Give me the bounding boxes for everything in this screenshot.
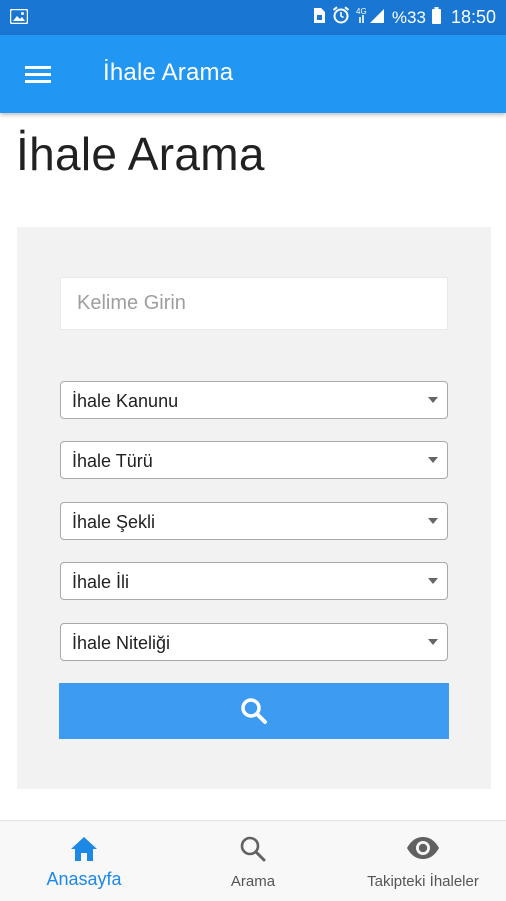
tender-type-select[interactable]: İhale Türü	[60, 441, 448, 479]
search-icon	[241, 698, 267, 724]
dropdown-arrow-icon	[428, 639, 438, 645]
clock: 18:50	[450, 7, 496, 27]
hamburger-menu-icon	[25, 66, 51, 83]
tender-law-select[interactable]: İhale Kanunu	[60, 381, 448, 419]
nav-label-home: Anasayfa	[46, 869, 122, 889]
eye-icon	[407, 837, 439, 859]
dropdown-arrow-icon	[428, 457, 438, 463]
status-icons: 4G %33 18:50	[312, 0, 496, 35]
app-bar: İhale Arama	[0, 35, 506, 113]
nav-label-watched-tenders: Takipteki İhaleler	[367, 873, 479, 890]
battery-icon	[431, 6, 441, 29]
keyword-input[interactable]	[60, 277, 448, 330]
alarm-icon	[332, 6, 350, 29]
nav-label-search: Arama	[230, 873, 276, 890]
image-notification-icon	[9, 8, 29, 25]
dropdown-arrow-icon	[428, 518, 438, 524]
dropdown-arrow-icon	[428, 397, 438, 403]
status-bar: 4G %33 18:50	[0, 0, 506, 35]
tender-method-select[interactable]: İhale Şekli	[60, 502, 448, 540]
home-icon	[71, 837, 97, 861]
select-label: İhale Şekli	[72, 512, 156, 532]
menu-button[interactable]	[18, 55, 58, 93]
network-type-label: 4G	[356, 7, 367, 16]
bottom-navigation: Anasayfa Arama Takipteki İhaleler	[0, 820, 506, 901]
sim-lock-icon	[312, 7, 326, 29]
page-title: İhale Arama	[16, 128, 265, 180]
search-icon	[240, 836, 266, 862]
select-label: İhale İli	[72, 572, 130, 592]
select-label: İhale Niteliği	[72, 633, 171, 653]
nav-item-search[interactable]: Arama	[203, 821, 303, 901]
app-bar-title: İhale Arama	[103, 59, 234, 86]
select-label: İhale Kanunu	[72, 391, 179, 411]
tender-nature-select[interactable]: İhale Niteliği	[60, 623, 448, 661]
battery-percent: %33	[391, 7, 426, 27]
tender-province-select[interactable]: İhale İli	[60, 562, 448, 600]
nav-item-watched-tenders[interactable]: Takipteki İhaleler	[350, 821, 496, 901]
dropdown-arrow-icon	[428, 578, 438, 584]
nav-item-home[interactable]: Anasayfa	[20, 821, 148, 901]
select-label: İhale Türü	[72, 451, 153, 471]
search-button[interactable]	[59, 683, 449, 739]
search-panel: İhale Kanunu İhale Türü İhale Şekli İhal…	[17, 227, 491, 789]
signal-icon: 4G	[356, 6, 386, 29]
